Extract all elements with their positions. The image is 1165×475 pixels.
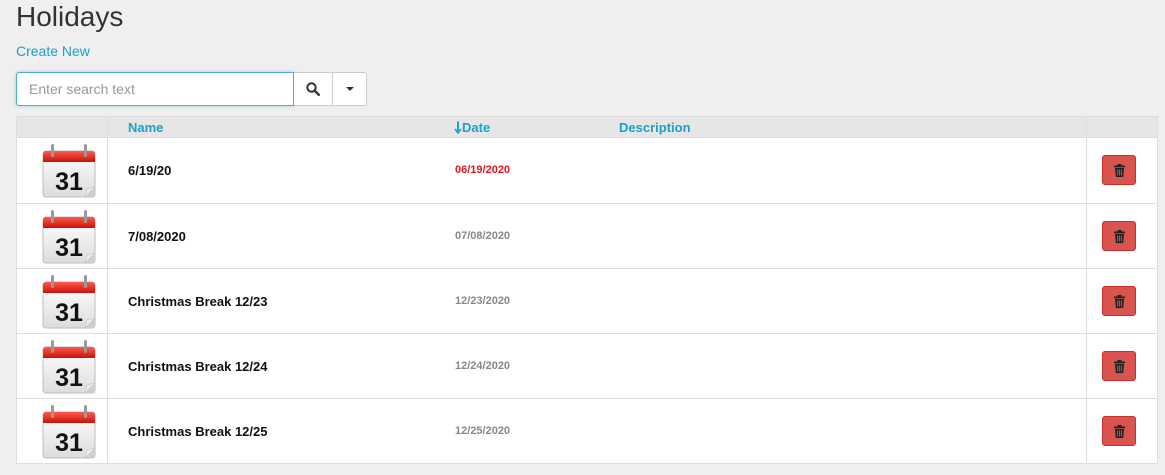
page-title: Holidays (16, 1, 124, 32)
calendar-icon: 31 (42, 210, 96, 264)
column-header-name[interactable]: Name (128, 120, 163, 135)
holiday-date: 12/23/2020 (455, 295, 511, 307)
holiday-date: 12/25/2020 (455, 425, 511, 437)
holidays-grid: Name Date Description 31 6/19/20 06/19/2… (16, 116, 1158, 464)
holiday-name: Christmas Break 12/24 (128, 358, 268, 374)
trash-icon (1113, 294, 1125, 308)
calendar-icon: 31 (42, 340, 96, 394)
svg-text:31: 31 (55, 364, 83, 392)
holiday-name: 6/19/20 (128, 162, 172, 178)
search-options-dropdown[interactable] (333, 72, 367, 106)
trash-icon (1113, 424, 1125, 438)
grid-header: Name Date Description (17, 117, 1157, 138)
table-row: 31 Christmas Break 12/24 12/24/2020 (17, 333, 1157, 398)
delete-button[interactable] (1102, 351, 1136, 381)
search-input[interactable] (16, 72, 294, 106)
holiday-name: Christmas Break 12/25 (128, 423, 268, 439)
search-button[interactable] (294, 72, 333, 106)
holiday-name: Christmas Break 12/23 (128, 293, 268, 309)
delete-button[interactable] (1102, 286, 1136, 316)
delete-button[interactable] (1102, 416, 1136, 446)
calendar-icon: 31 (42, 405, 96, 459)
svg-text:31: 31 (55, 234, 83, 262)
holiday-date: 06/19/2020 (455, 164, 511, 176)
table-row: 31 7/08/2020 07/08/2020 (17, 203, 1157, 268)
delete-button[interactable] (1102, 155, 1136, 185)
caret-down-icon (345, 87, 354, 91)
table-row: 31 6/19/20 06/19/2020 (17, 138, 1157, 203)
holiday-name: 7/08/2020 (128, 228, 186, 244)
holiday-date: 12/24/2020 (455, 360, 511, 372)
svg-text:31: 31 (55, 168, 83, 196)
trash-icon (1113, 163, 1125, 177)
calendar-icon: 31 (42, 144, 96, 198)
column-header-description[interactable]: Description (619, 120, 691, 135)
calendar-icon: 31 (42, 275, 96, 329)
trash-icon (1113, 229, 1125, 243)
table-row: 31 Christmas Break 12/25 12/25/2020 (17, 398, 1157, 463)
column-header-date[interactable]: Date (454, 120, 490, 135)
table-row: 31 Christmas Break 12/23 12/23/2020 (17, 268, 1157, 333)
search-bar (16, 72, 367, 106)
arrow-down-icon (454, 121, 462, 135)
trash-icon (1113, 359, 1125, 373)
svg-text:31: 31 (55, 429, 83, 457)
delete-button[interactable] (1102, 221, 1136, 251)
holiday-date: 07/08/2020 (455, 230, 511, 242)
column-header-date-label: Date (462, 120, 491, 135)
create-new-link[interactable]: Create New (16, 43, 90, 59)
search-icon (306, 82, 320, 96)
svg-text:31: 31 (55, 299, 83, 327)
